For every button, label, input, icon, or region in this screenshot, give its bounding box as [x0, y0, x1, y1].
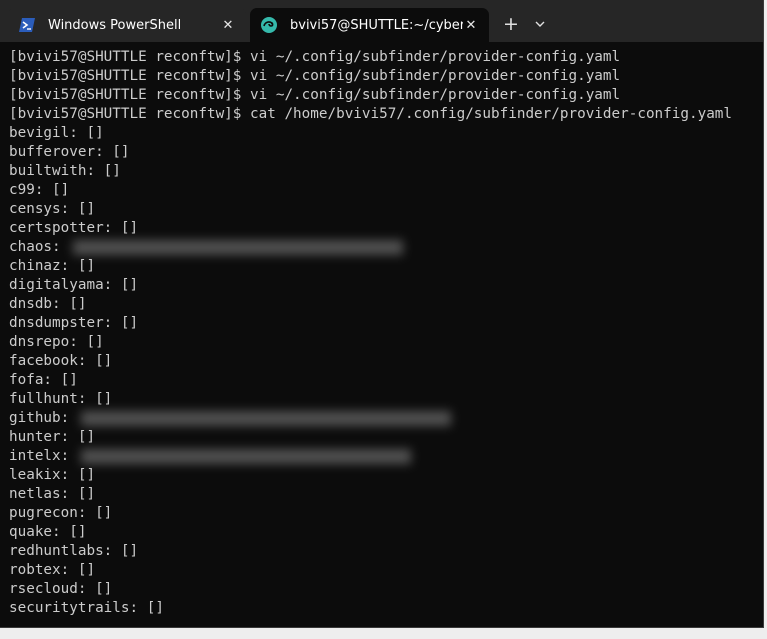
- terminal-window: Windows PowerShell ✕ bvivi57@SHUTTLE:~/c…: [0, 0, 764, 628]
- terminal-line-text: chinaz: []: [9, 258, 96, 274]
- terminal-line-text: dnsdumpster: []: [9, 315, 139, 331]
- terminal-line-text: facebook: []: [9, 353, 113, 369]
- terminal-line-text: robtex: []: [9, 562, 96, 578]
- terminal-line: dnsdumpster: []: [9, 314, 763, 333]
- terminal-line-text: censys: []: [9, 201, 96, 217]
- terminal-line: dnsdb: []: [9, 295, 763, 314]
- terminal-line-text: netlas: []: [9, 486, 96, 502]
- terminal-line-text: builtwith: []: [9, 163, 121, 179]
- terminal-line: github:: [9, 409, 763, 428]
- terminal-line-text: redhuntlabs: []: [9, 543, 139, 559]
- terminal-line: dnsrepo: []: [9, 333, 763, 352]
- terminal-line-text: securitytrails: []: [9, 600, 164, 616]
- opensuse-icon: [260, 16, 278, 34]
- tab-label: Windows PowerShell: [48, 17, 182, 33]
- terminal-line: robtex: []: [9, 561, 763, 580]
- terminal-line-text: bevigil: []: [9, 125, 104, 141]
- terminal-line: censys: []: [9, 200, 763, 219]
- terminal-line-text: [bvivi57@SHUTTLE reconftw]$ cat /home/bv…: [9, 106, 733, 122]
- terminal-line-text: digitalyama: []: [9, 277, 139, 293]
- terminal-line-text: fofa: []: [9, 372, 78, 388]
- terminal-line: rsecloud: []: [9, 580, 763, 599]
- terminal-line-text: intelx:: [9, 448, 78, 464]
- terminal-line: quake: []: [9, 523, 763, 542]
- terminal-line: bevigil: []: [9, 124, 763, 143]
- terminal-line: fofa: []: [9, 371, 763, 390]
- close-icon[interactable]: ✕: [220, 17, 236, 33]
- terminal-line: securitytrails: []: [9, 599, 763, 618]
- chevron-down-icon: [535, 21, 545, 27]
- terminal-line-text: pugrecon: []: [9, 505, 113, 521]
- terminal-line: facebook: []: [9, 352, 763, 371]
- terminal-line: chaos:: [9, 238, 763, 257]
- plus-icon: +: [503, 13, 519, 35]
- terminal-line-text: github:: [9, 410, 78, 426]
- tab-windows-powershell[interactable]: Windows PowerShell ✕: [8, 8, 246, 42]
- terminal-line-text: certspotter: []: [9, 220, 139, 236]
- terminal-line-text: [bvivi57@SHUTTLE reconftw]$ vi ~/.config…: [9, 68, 621, 84]
- terminal-line-text: c99: []: [9, 182, 70, 198]
- terminal-line: [bvivi57@SHUTTLE reconftw]$ vi ~/.config…: [9, 86, 763, 105]
- terminal-line: digitalyama: []: [9, 276, 763, 295]
- terminal-line-text: leakix: []: [9, 467, 96, 483]
- close-icon[interactable]: ✕: [463, 17, 479, 33]
- terminal-line: [bvivi57@SHUTTLE reconftw]$ vi ~/.config…: [9, 48, 763, 67]
- terminal-line-text: hunter: []: [9, 429, 96, 445]
- terminal-line: netlas: []: [9, 485, 763, 504]
- terminal-line: redhuntlabs: []: [9, 542, 763, 561]
- terminal-line-text: dnsdb: []: [9, 296, 87, 312]
- terminal-line: [bvivi57@SHUTTLE reconftw]$ cat /home/bv…: [9, 105, 763, 124]
- terminal-line: chinaz: []: [9, 257, 763, 276]
- tab-shuttle-terminal[interactable]: bvivi57@SHUTTLE:~/cyber/re ✕: [250, 8, 489, 42]
- terminal-line: certspotter: []: [9, 219, 763, 238]
- powershell-icon: [18, 16, 36, 34]
- terminal-line: c99: []: [9, 181, 763, 200]
- terminal-line: hunter: []: [9, 428, 763, 447]
- terminal-line: [bvivi57@SHUTTLE reconftw]$ vi ~/.config…: [9, 67, 763, 86]
- terminal-line-text: bufferover: []: [9, 144, 130, 160]
- terminal-line: builtwith: []: [9, 162, 763, 181]
- terminal-line-text: fullhunt: []: [9, 391, 113, 407]
- terminal-line: pugrecon: []: [9, 504, 763, 523]
- terminal-line: bufferover: []: [9, 143, 763, 162]
- redacted-api-key: [81, 449, 411, 464]
- tab-dropdown-button[interactable]: [528, 11, 552, 37]
- terminal-line: intelx:: [9, 447, 763, 466]
- terminal-line: leakix: []: [9, 466, 763, 485]
- new-tab-button[interactable]: +: [498, 11, 524, 37]
- terminal-line-text: chaos:: [9, 239, 70, 255]
- terminal-line-text: rsecloud: []: [9, 581, 113, 597]
- terminal-line-text: [bvivi57@SHUTTLE reconftw]$ vi ~/.config…: [9, 87, 621, 103]
- terminal-output[interactable]: [bvivi57@SHUTTLE reconftw]$ vi ~/.config…: [9, 48, 763, 627]
- redacted-api-key: [73, 240, 403, 255]
- terminal-line-text: quake: []: [9, 524, 87, 540]
- redacted-api-key: [81, 411, 451, 426]
- terminal-line: fullhunt: []: [9, 390, 763, 409]
- terminal-line-text: dnsrepo: []: [9, 334, 104, 350]
- tab-bar: Windows PowerShell ✕ bvivi57@SHUTTLE:~/c…: [0, 0, 763, 42]
- terminal-line-text: [bvivi57@SHUTTLE reconftw]$ vi ~/.config…: [9, 49, 621, 65]
- tab-label: bvivi57@SHUTTLE:~/cyber/re: [290, 17, 463, 33]
